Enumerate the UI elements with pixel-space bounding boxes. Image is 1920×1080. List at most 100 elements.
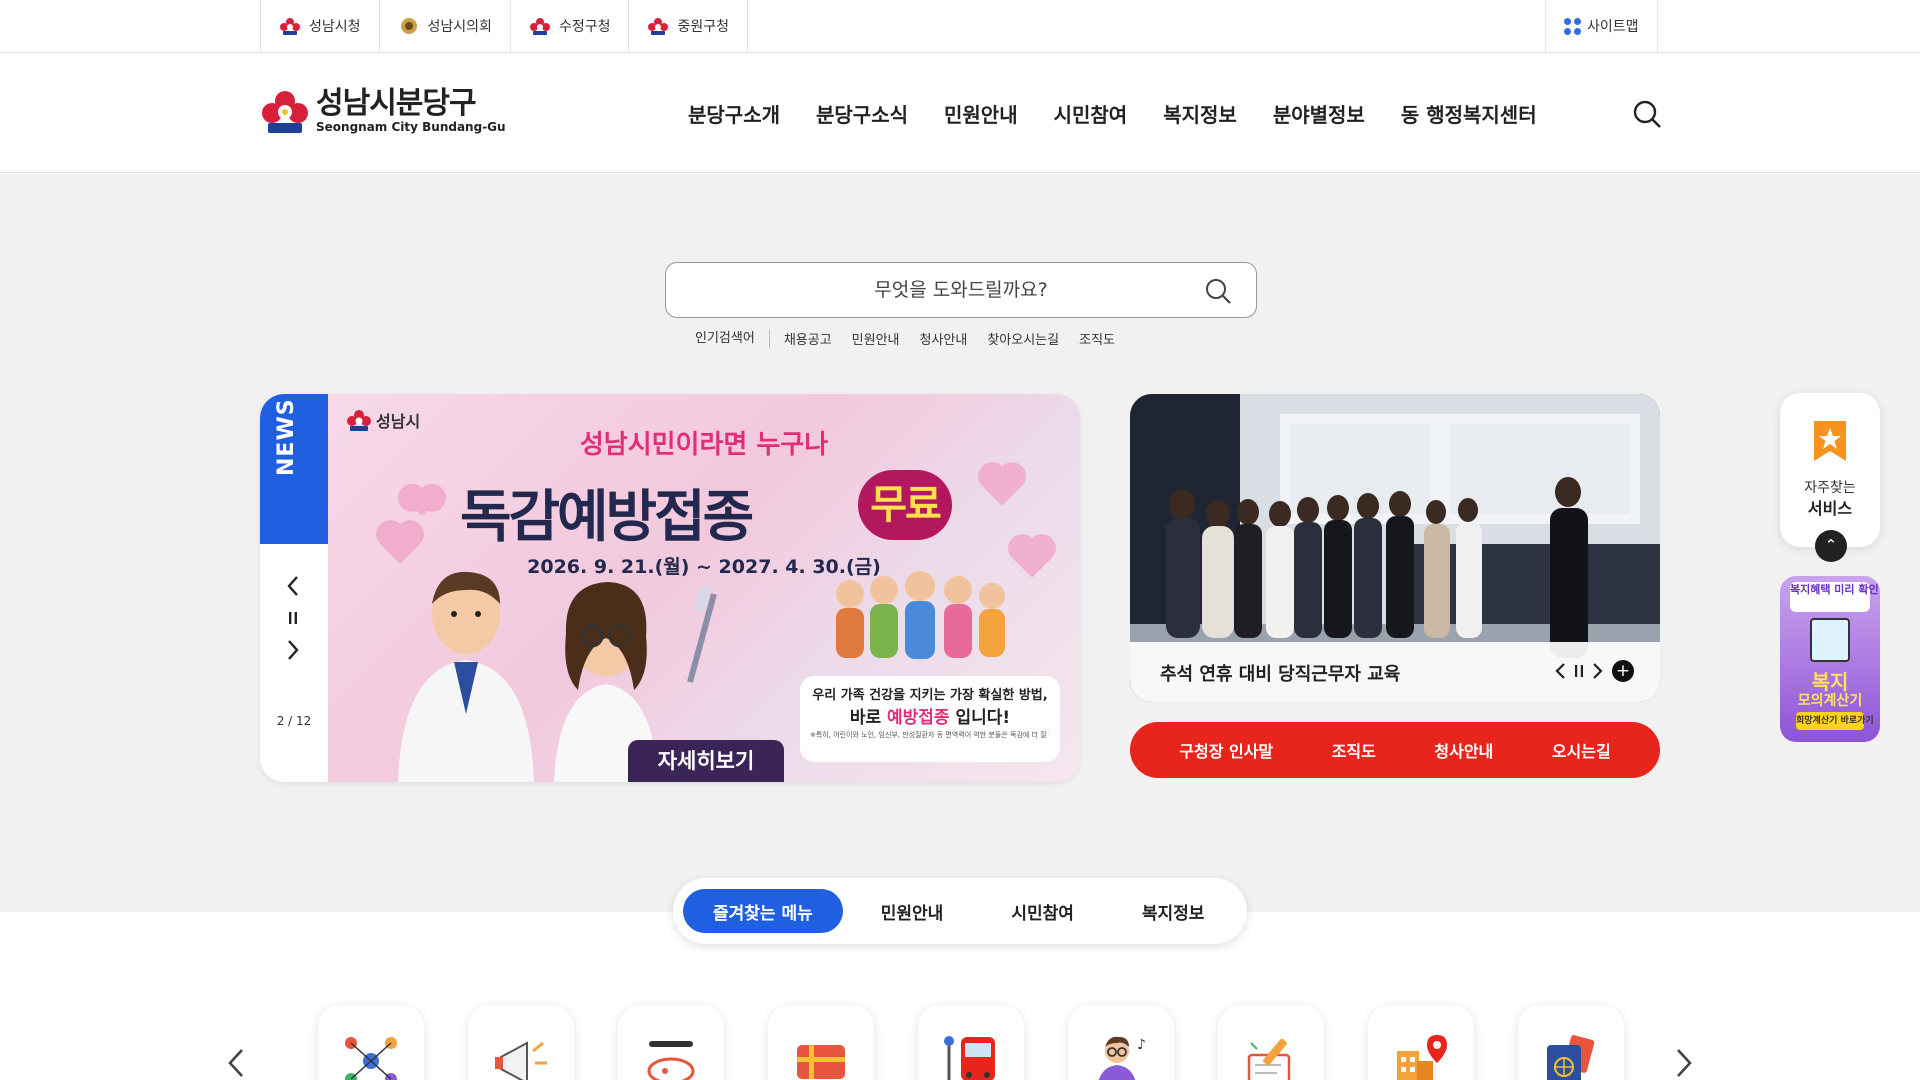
nav-item-intro[interactable]: 분당구소개 [670,99,798,128]
prev-slide-button[interactable] [278,572,308,600]
keyword-link[interactable]: 청사안내 [920,329,968,348]
site-logo[interactable]: 성남시분당구 Seongnam City Bundang-Gu [260,87,506,135]
link-jungwon-gu[interactable]: 중원구청 [628,0,748,52]
main-header: 성남시분당구 Seongnam City Bundang-Gu 분당구소개 분당… [0,53,1920,173]
keyword-link[interactable]: 찾아오시는길 [987,329,1059,348]
chevron-right-icon[interactable] [1592,662,1604,680]
writing-icon [1247,1038,1291,1080]
popular-keywords: 인기검색어 채용공고 민원안내 청사안내 찾아오시는길 조직도 [695,329,1135,348]
welfare-subtitle: 모의계산기 [1797,693,1863,709]
chevron-right-icon[interactable] [1672,1048,1696,1078]
link-organization[interactable]: 조직도 [1332,738,1376,762]
photo-caption-bar: 추석 연휴 대비 당직근무자 교육 + [1130,642,1660,702]
heart-decoration [407,487,437,517]
card-line-1: 우리 가족 건강을 지키는 가장 확실한 방법, [812,688,1048,703]
photo-caption: 추석 연휴 대비 당직근무자 교육 [1160,664,1401,685]
menu-icon-teacher[interactable]: ♪ [1068,1005,1174,1080]
next-slide-button[interactable] [278,636,308,664]
view-details-button[interactable]: 자세히보기 [628,740,784,782]
photo-controls: + [1554,660,1634,682]
keyword-link[interactable]: 민원안내 [852,329,900,348]
chevron-left-icon[interactable] [1554,662,1566,680]
welfare-calculator-banner[interactable]: 복지혜택 미리 확인! 복지 모의계산기 희망계산기 바로가기 [1780,576,1880,742]
seongnam-emblem-icon [262,91,308,133]
sitemap-button[interactable]: 사이트맵 [1545,0,1658,52]
teacher-icon: ♪ [1098,1036,1146,1080]
keyword-link[interactable]: 채용공고 [784,329,832,348]
chevron-left-icon [287,576,298,596]
search-icon[interactable] [1632,99,1662,129]
link-mayor-greeting[interactable]: 구청장 인사말 [1179,738,1273,762]
family-site-links: 성남시청 성남시의회 수정구청 중원구청 [260,0,748,52]
menu-icon-building-location[interactable] [1368,1005,1474,1080]
nav-item-community-center[interactable]: 동 행정복지센터 [1383,99,1555,128]
megaphone-icon [495,1041,547,1080]
tab-welfare[interactable]: 복지정보 [1112,889,1235,933]
global-navigation: 분당구소개 분당구소식 민원안내 시민참여 복지정보 분야별정보 동 행정복지센… [670,53,1555,173]
nav-item-participation[interactable]: 시민참여 [1036,99,1146,128]
welfare-button[interactable]: 희망계산기 바로가기 [1796,712,1874,730]
pause-icon[interactable] [1574,664,1584,678]
scroll-top-icon[interactable]: ⌃ [1815,530,1847,562]
pause-button[interactable] [278,604,308,632]
photo-news-card[interactable]: 추석 연휴 대비 당직근무자 교육 + [1130,394,1660,702]
tab-favorites[interactable]: 즐겨찾는 메뉴 [683,889,843,933]
flu-vaccine-banner[interactable]: 성남시 성남시민이라면 누구나 독감예방접종 무료 2026. 9. 21.(월… [328,394,1080,782]
search-icon[interactable] [1204,277,1232,305]
menu-icon-writing[interactable] [1218,1005,1324,1080]
panel-line-1: 자주찾는 [1804,480,1856,496]
nav-item-news[interactable]: 분당구소식 [798,99,926,128]
top-utility-bar: 성남시청 성남시의회 수정구청 중원구청 사이트맵 [0,0,1920,53]
nav-item-welfare[interactable]: 복지정보 [1145,99,1255,128]
menu-icon-bus[interactable] [918,1005,1024,1080]
menu-icon-seongnam-welfare[interactable] [618,1005,724,1080]
frequent-services-panel[interactable]: 자주찾는 서비스 [1780,393,1880,547]
seongnam-emblem-icon [529,18,550,35]
menu-tabs: 즐겨찾는 메뉴 민원안내 시민참여 복지정보 [673,878,1247,944]
link-directions[interactable]: 오시는길 [1552,738,1611,762]
nav-item-fields[interactable]: 분야별정보 [1255,99,1383,128]
main-search [665,262,1257,318]
seongnam-emblem-icon [280,18,300,35]
link-office-guide[interactable]: 청사안내 [1434,738,1493,762]
menu-icon-passport[interactable] [1518,1005,1624,1080]
link-label: 수정구청 [558,19,611,35]
slide-pager: 2 / 12 [276,714,312,728]
pause-icon [289,612,297,624]
logo-korean: 성남시분당구 [316,86,477,121]
seongnam-emblem-icon [648,18,669,35]
menu-icon-network[interactable] [318,1005,424,1080]
hero-section: 인기검색어 채용공고 민원안내 청사안내 찾아오시는길 조직도 NEWS 2 /… [0,174,1920,912]
building-location-icon [1397,1035,1447,1080]
bookmark-star-icon [1814,421,1846,461]
sitemap-icon [1564,17,1581,35]
menu-icon-gift-card[interactable] [768,1005,874,1080]
tab-civil[interactable]: 민원안내 [851,889,974,933]
council-emblem-icon [400,18,417,34]
heart-decoration [982,466,1022,506]
news-banner-carousel: NEWS 2 / 12 성남시 성남시민이라면 누구나 독감예방접종 무료 20… [260,394,1080,782]
favorite-menu-icons: ♪ [318,1005,1624,1080]
chevron-left-icon[interactable] [224,1048,248,1078]
logo-english: Seongnam City Bundang-Gu [316,120,506,134]
sitemap-label: 사이트맵 [1587,19,1639,35]
card-line-3: ※특히, 어린이와 노인, 임신부, 만성질환자 등 면역력이 약한 분들은 독… [810,731,1050,739]
news-tab-label: NEWS [274,398,299,476]
link-seongnam-city-hall[interactable]: 성남시청 [260,0,379,52]
keyword-link[interactable]: 조직도 [1079,329,1115,348]
nav-item-civil[interactable]: 민원안내 [926,99,1036,128]
news-tab: NEWS [260,394,328,544]
link-seongnam-council[interactable]: 성남시의회 [378,0,510,52]
welfare-top-text: 복지혜택 미리 확인! [1790,582,1880,612]
search-input[interactable] [666,263,1256,317]
banner-info-card: 우리 가족 건강을 지키는 가장 확실한 방법, 바로 예방접종 입니다! ※특… [800,676,1060,762]
banner-subtitle: 성남시민이라면 누구나 [579,430,829,460]
tab-participation[interactable]: 시민참여 [981,889,1104,933]
more-plus-icon[interactable]: + [1612,660,1634,682]
link-sujeong-gu[interactable]: 수정구청 [509,0,629,52]
calculator-icon [1810,618,1850,662]
banner-controls: 2 / 12 [260,544,328,782]
network-icon [345,1037,397,1080]
svg-text:♪: ♪ [1137,1037,1146,1053]
menu-icon-megaphone[interactable] [468,1005,574,1080]
